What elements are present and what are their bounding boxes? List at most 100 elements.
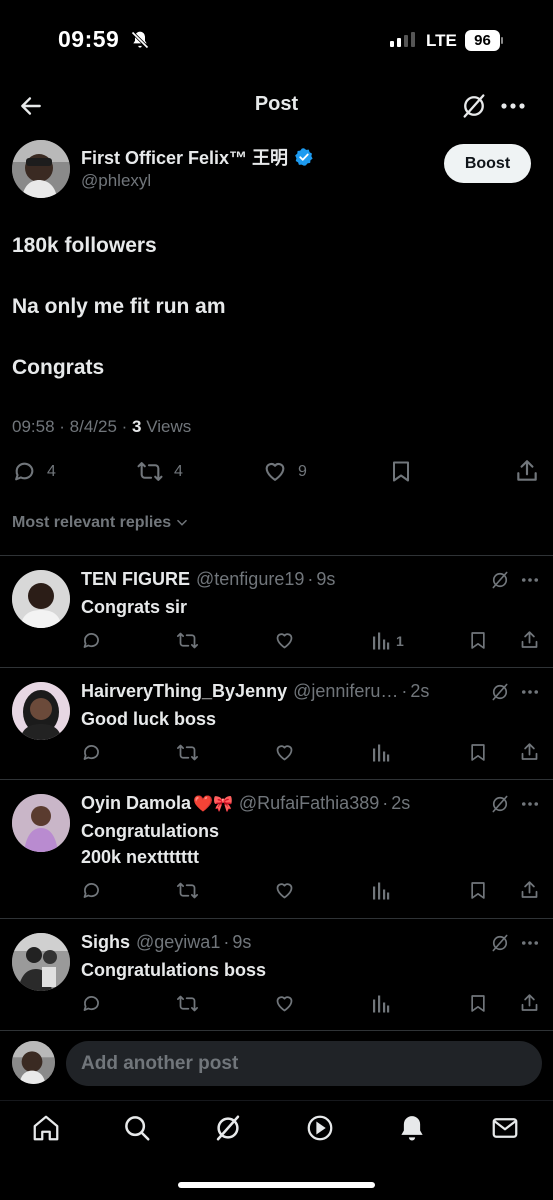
reply-author-name[interactable]: HairveryThing_ByJenny	[81, 681, 287, 702]
mail-icon	[492, 1118, 518, 1138]
views-icon	[373, 995, 390, 1013]
more-button[interactable]	[521, 689, 539, 695]
bookmark-icon	[471, 744, 485, 761]
share-icon	[521, 631, 538, 648]
silent-mode-icon	[130, 30, 150, 50]
battery-icon: 96	[465, 30, 503, 51]
nav-home[interactable]	[31, 1113, 61, 1143]
post-date: 8/4/25	[69, 417, 117, 436]
more-button[interactable]	[521, 801, 539, 807]
reply-button[interactable]	[81, 742, 102, 763]
bookmark-icon	[471, 995, 485, 1012]
sort-replies-dropdown[interactable]: Most relevant replies	[12, 514, 189, 532]
nav-grok[interactable]	[213, 1113, 243, 1143]
reply-item[interactable]: HairveryThing_ByJenny @jenniferu… · 2s G…	[0, 668, 553, 779]
reply-avatar[interactable]	[12, 570, 70, 628]
grok-button[interactable]	[460, 92, 488, 120]
share-button[interactable]	[519, 992, 540, 1014]
nav-search[interactable]	[122, 1113, 152, 1143]
share-icon	[521, 881, 538, 898]
reply-header: HairveryThing_ByJenny @jenniferu… · 2s	[81, 681, 430, 702]
grok-button[interactable]	[490, 570, 510, 590]
views-icon	[373, 882, 390, 900]
repost-button[interactable]	[176, 630, 199, 651]
reply-author-handle[interactable]: @RufaiFathia389	[239, 793, 379, 814]
sort-label: Most relevant replies	[12, 514, 172, 531]
share-button[interactable]	[514, 458, 540, 484]
reply-author-name[interactable]: Oyin Damola	[81, 793, 191, 814]
like-button[interactable]	[274, 630, 295, 651]
nav-video[interactable]	[305, 1113, 335, 1143]
share-button[interactable]	[519, 741, 540, 763]
bookmark-button[interactable]	[468, 742, 488, 763]
bookmark-button[interactable]	[389, 459, 413, 484]
author-handle[interactable]: @phlexyl	[81, 171, 151, 191]
bookmark-icon	[393, 461, 409, 482]
search-icon	[125, 1116, 150, 1141]
reply-item[interactable]: Oyin Damola ❤️🎀 @RufaiFathia389 · 2s Con…	[0, 780, 553, 918]
reply-button[interactable]	[81, 880, 102, 901]
repost-icon	[177, 744, 198, 761]
more-icon	[521, 802, 539, 806]
views-button[interactable]	[372, 880, 390, 901]
post-text-line-2: Na only me fit run am	[12, 295, 226, 318]
reply-time: 2s	[391, 793, 411, 813]
repost-button[interactable]	[176, 742, 199, 763]
like-count: 9	[298, 462, 307, 480]
grok-icon	[492, 795, 508, 813]
reply-composer-input[interactable]: Add another post	[66, 1041, 542, 1086]
reply-author-handle[interactable]: @geyiwa1	[136, 932, 220, 953]
reply-avatar[interactable]	[12, 682, 70, 740]
grok-button[interactable]	[490, 933, 510, 953]
reply-item[interactable]: Sighs @geyiwa1 · 9s Congratulations boss	[0, 919, 553, 1030]
repost-button[interactable]: 4	[136, 459, 183, 484]
bookmark-button[interactable]	[468, 880, 488, 901]
reply-time: 2s	[410, 681, 430, 701]
like-button[interactable]	[274, 880, 295, 901]
reply-button[interactable]	[81, 630, 102, 651]
bookmark-icon	[471, 882, 485, 899]
reply-author-handle[interactable]: @tenfigure19	[196, 569, 304, 590]
reply-author-emoji: ❤️🎀	[193, 795, 233, 813]
reply-author-name[interactable]: Sighs	[81, 932, 130, 953]
more-icon	[501, 103, 525, 109]
share-icon	[521, 743, 538, 760]
like-button[interactable]: 9	[262, 459, 307, 484]
more-button[interactable]	[521, 577, 539, 583]
like-button[interactable]	[274, 742, 295, 763]
reply-button[interactable]: 4	[12, 459, 56, 484]
reply-author-handle[interactable]: @jenniferu…	[293, 681, 398, 702]
views-button[interactable]	[372, 993, 390, 1014]
reply-header: Oyin Damola ❤️🎀 @RufaiFathia389 · 2s	[81, 793, 411, 814]
grok-button[interactable]	[490, 794, 510, 814]
reply-icon	[83, 745, 99, 760]
author-name[interactable]: First Officer Felix™ 王明	[81, 144, 314, 170]
grok-button[interactable]	[490, 682, 510, 702]
share-button[interactable]	[519, 629, 540, 651]
reply-text-line-2: 200k nexttttttt	[81, 847, 200, 867]
home-indicator[interactable]	[178, 1182, 375, 1188]
author-avatar[interactable]	[12, 140, 70, 198]
views-button[interactable]	[372, 742, 390, 763]
reply-avatar[interactable]	[12, 794, 70, 852]
reply-button[interactable]	[81, 993, 102, 1014]
more-button[interactable]	[500, 102, 526, 110]
boost-button[interactable]: Boost	[444, 144, 531, 183]
reply-text: Congrats sir	[81, 597, 188, 617]
bookmark-button[interactable]	[468, 993, 488, 1014]
nav-messages[interactable]	[490, 1113, 520, 1143]
like-button[interactable]	[274, 993, 295, 1014]
views-count: 1	[396, 632, 404, 649]
more-button[interactable]	[521, 940, 539, 946]
share-button[interactable]	[519, 879, 540, 901]
home-icon	[33, 1115, 59, 1141]
grok-icon	[492, 934, 508, 952]
reply-author-name[interactable]: TEN FIGURE	[81, 569, 190, 590]
nav-notifications[interactable]	[397, 1113, 427, 1143]
views-button[interactable]: 1	[372, 630, 404, 651]
reply-item[interactable]: TEN FIGURE @tenfigure19 · 9s Congrats si…	[0, 556, 553, 667]
reply-avatar[interactable]	[12, 933, 70, 991]
repost-button[interactable]	[176, 880, 199, 901]
repost-button[interactable]	[176, 993, 199, 1014]
bookmark-button[interactable]	[468, 630, 488, 651]
